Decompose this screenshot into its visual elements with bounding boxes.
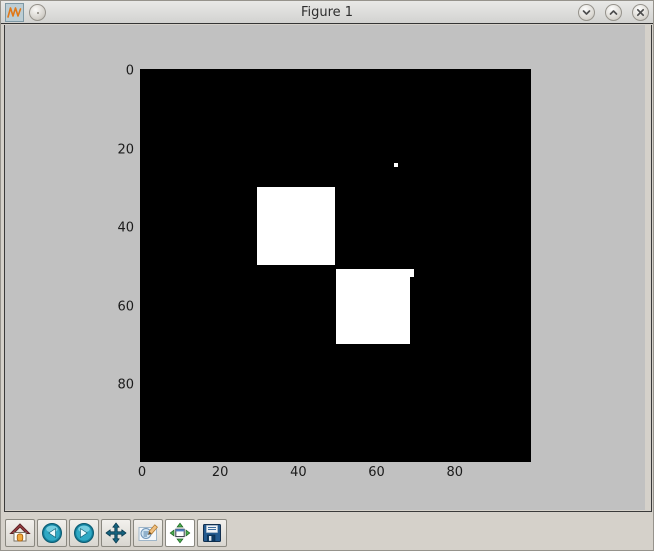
pan-icon <box>105 522 127 544</box>
y-tick-label: 0 <box>126 63 134 78</box>
navigation-toolbar <box>5 518 227 548</box>
figure-canvas[interactable]: 0 20 40 60 80 0 20 40 60 80 <box>5 25 645 510</box>
shade-button[interactable] <box>578 4 595 21</box>
forward-button[interactable] <box>69 519 99 547</box>
pan-button[interactable] <box>101 519 131 547</box>
close-icon <box>634 6 647 19</box>
x-axis-ticks: 0 20 40 60 80 <box>140 465 531 483</box>
window-controls <box>578 4 649 21</box>
chevron-up-icon <box>607 6 620 19</box>
close-button[interactable] <box>632 4 649 21</box>
zoom-button[interactable] <box>133 519 163 547</box>
back-icon <box>41 522 63 544</box>
y-tick-label: 80 <box>117 378 134 393</box>
white-square-2-notch <box>410 269 414 277</box>
chevron-down-icon <box>580 6 593 19</box>
home-button[interactable] <box>5 519 35 547</box>
white-dot <box>394 163 398 167</box>
home-icon <box>9 522 31 544</box>
plot-area[interactable] <box>140 69 531 462</box>
x-tick-label: 40 <box>290 465 307 480</box>
subplots-icon <box>169 522 191 544</box>
x-tick-label: 20 <box>212 465 229 480</box>
y-tick-label: 20 <box>117 142 134 157</box>
titlebar[interactable]: Figure 1 <box>1 1 653 24</box>
x-tick-label: 0 <box>138 465 146 480</box>
matplotlib-logo-icon <box>5 3 24 22</box>
y-tick-label: 60 <box>117 299 134 314</box>
forward-icon <box>73 522 95 544</box>
white-square-2 <box>336 269 410 344</box>
x-tick-label: 80 <box>446 465 463 480</box>
x-tick-label: 60 <box>368 465 385 480</box>
white-square-1 <box>257 187 335 266</box>
y-axis-ticks: 020406080 <box>5 69 134 462</box>
y-tick-label: 40 <box>117 221 134 236</box>
subplots-button[interactable] <box>165 519 195 547</box>
save-button[interactable] <box>197 519 227 547</box>
window-content: 0 20 40 60 80 0 20 40 60 80 <box>4 25 652 512</box>
back-button[interactable] <box>37 519 67 547</box>
window-title: Figure 1 <box>1 1 653 24</box>
maximize-button[interactable] <box>605 4 622 21</box>
figure-window: Figure 1 020406080 02040608 <box>0 0 654 551</box>
zoom-icon <box>137 522 159 544</box>
save-icon <box>201 522 223 544</box>
window-menu-button[interactable] <box>29 4 46 21</box>
